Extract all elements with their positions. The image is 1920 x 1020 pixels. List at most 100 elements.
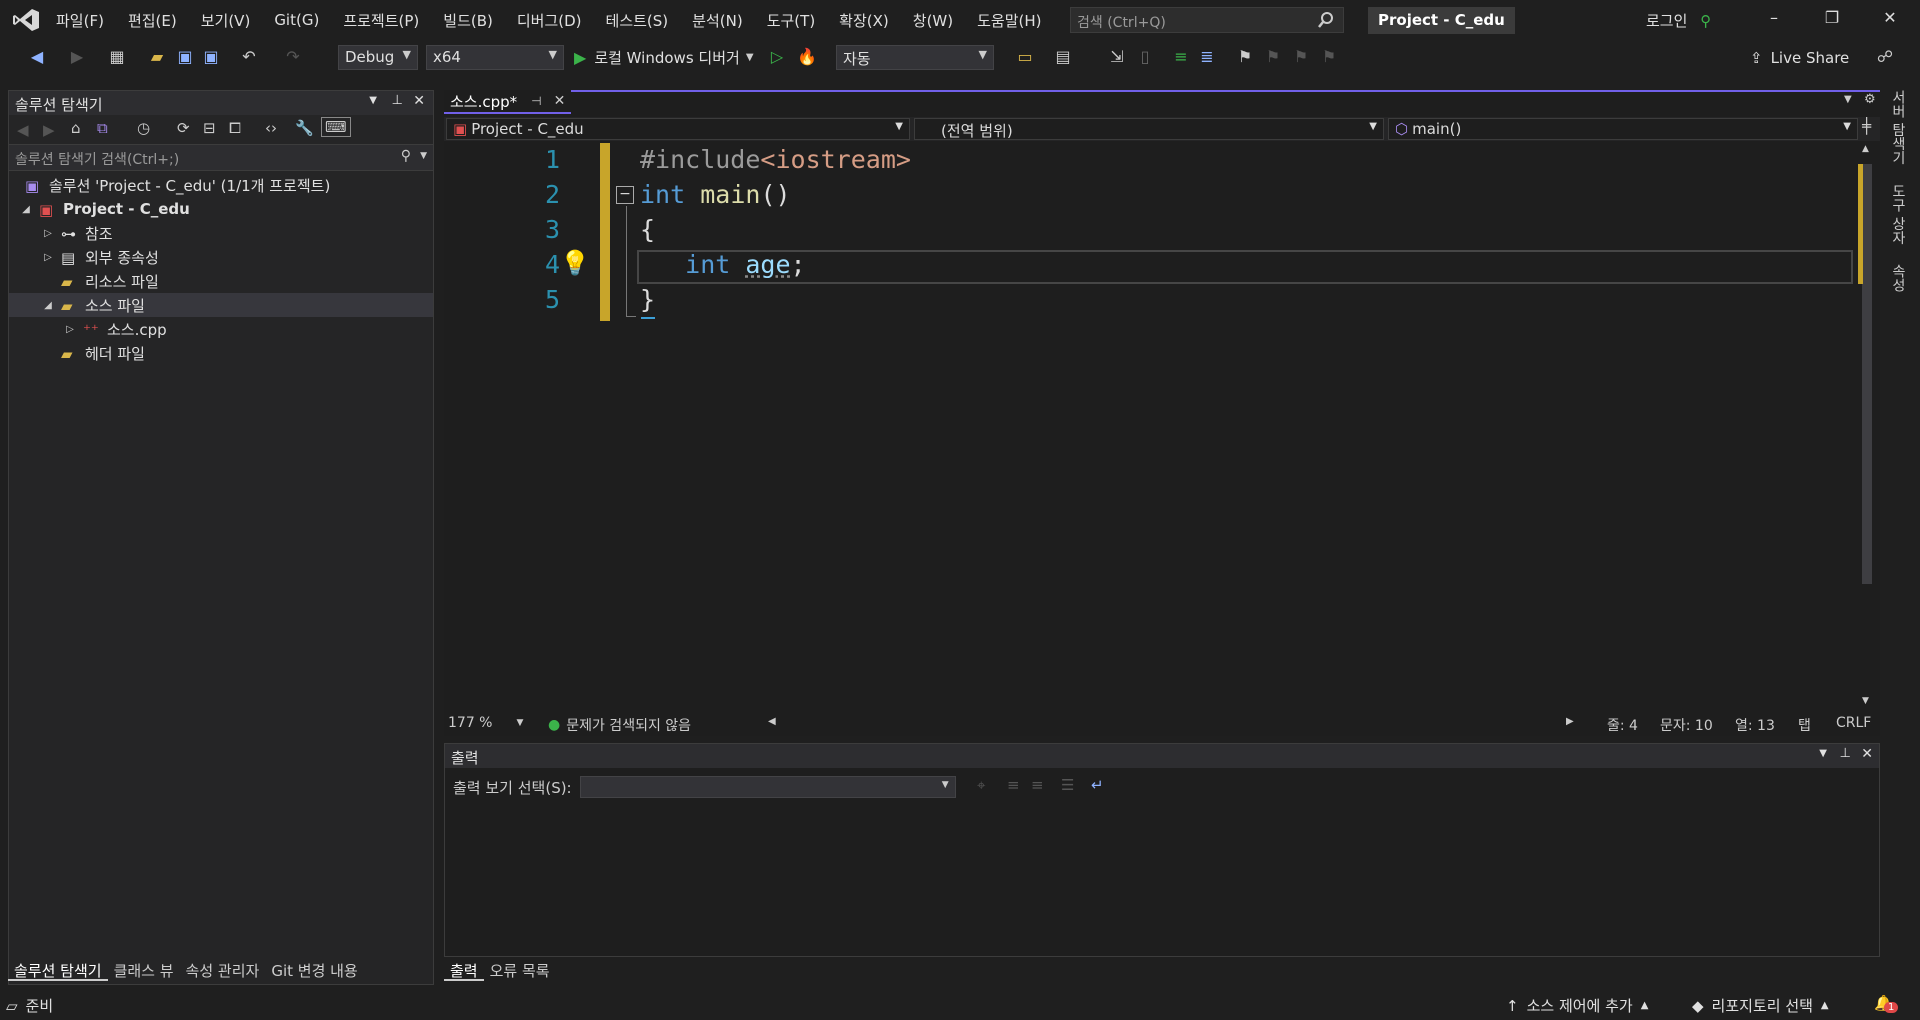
vertical-scrollbar[interactable]: ▲ ▼: [1858, 142, 1876, 712]
menu-tools[interactable]: 도구(T): [755, 10, 827, 31]
find-in-files-icon[interactable]: ▭: [1014, 47, 1036, 67]
forward-icon[interactable]: ▶: [66, 47, 88, 67]
layout-icon[interactable]: ▤: [1052, 47, 1074, 67]
menu-test[interactable]: 테스트(S): [594, 10, 681, 31]
menu-edit[interactable]: 편집(E): [116, 10, 189, 31]
home-icon[interactable]: ⌂: [71, 119, 81, 137]
tree-item-external-dependencies[interactable]: ▷ ▤ 외부 종속성: [9, 245, 433, 269]
tab-output[interactable]: 출력: [444, 957, 484, 981]
select-repository-button[interactable]: ◆ 리포지토리 선택 ▲: [1692, 995, 1829, 1016]
word-wrap-icon[interactable]: ↵: [1091, 776, 1104, 794]
uncomment-icon[interactable]: ≣: [1196, 47, 1218, 67]
tab-server-explorer[interactable]: 서버 탐색기: [1888, 90, 1908, 164]
close-window-button[interactable]: ✕: [1878, 8, 1902, 32]
menu-project[interactable]: 프로젝트(P): [331, 10, 431, 31]
add-to-source-control-button[interactable]: ↑ 소스 제어에 추가 ▲: [1506, 995, 1648, 1016]
document-tab[interactable]: 소스.cpp* ⊣ ✕: [444, 90, 572, 114]
view-code-icon[interactable]: ‹›: [265, 119, 277, 137]
pin-icon[interactable]: ⊣: [531, 94, 541, 108]
tree-item-project[interactable]: ◢ ▣ Project - C_edu: [9, 197, 433, 221]
split-editor-icon[interactable]: ╪: [1862, 117, 1871, 135]
restore-button[interactable]: ❐: [1820, 8, 1844, 32]
tab-properties[interactable]: 속성: [1888, 264, 1908, 292]
tab-class-view[interactable]: 클래스 뷰: [108, 957, 180, 981]
tab-toolbox[interactable]: 도구 상자: [1888, 184, 1908, 244]
solution-explorer-search-input[interactable]: 솔루션 탐색기 검색(Ctrl+;) ⚲ ▼: [9, 145, 433, 171]
scrollbar-thumb[interactable]: [1862, 164, 1872, 584]
forward-icon[interactable]: ▶: [43, 121, 55, 139]
collapse-outline-icon[interactable]: −: [616, 186, 634, 204]
start-without-debugging-icon[interactable]: ▷: [766, 47, 788, 67]
pending-changes-icon[interactable]: ◷: [137, 119, 150, 137]
close-tab-icon[interactable]: ✕: [554, 93, 566, 109]
bookmark-icon[interactable]: ⚑: [1234, 47, 1256, 67]
scroll-down-icon[interactable]: ▼: [1862, 696, 1869, 706]
tree-item-references[interactable]: ▷ ⊶ 참조: [9, 221, 433, 245]
switch-views-icon[interactable]: ⧉: [97, 119, 108, 137]
panel-menu-icon[interactable]: ▼: [1819, 748, 1827, 759]
select-icon[interactable]: ⇲: [1106, 47, 1128, 67]
code-line-5[interactable]: }: [640, 285, 655, 314]
mode-select[interactable]: 자동 ▼: [836, 45, 994, 70]
scope-nav-select[interactable]: (전역 범위) ▼: [914, 118, 1384, 140]
configuration-select[interactable]: Debug ▼: [338, 45, 418, 70]
tree-item-resource-files[interactable]: ▰ 리소스 파일: [9, 269, 433, 293]
hot-reload-icon[interactable]: 🔥: [796, 47, 818, 67]
menu-debug[interactable]: 디버그(D): [505, 10, 594, 31]
issues-indicator[interactable]: ● 문제가 검색되지 않음: [548, 715, 691, 735]
prev-message-icon[interactable]: ≡: [1007, 776, 1020, 794]
close-icon[interactable]: ✕: [1861, 746, 1873, 762]
tab-property-manager[interactable]: 속성 관리자: [180, 957, 266, 981]
lightbulb-icon[interactable]: 💡: [560, 249, 590, 277]
tab-solution-explorer[interactable]: 솔루션 탐색기: [8, 957, 108, 981]
output-source-select[interactable]: ▼: [579, 776, 956, 798]
tree-item-header-files[interactable]: ▰ 헤더 파일: [9, 341, 433, 365]
properties-icon[interactable]: 🔧: [295, 119, 314, 137]
save-icon[interactable]: ▣: [174, 47, 196, 67]
scroll-right-icon[interactable]: ▶: [1566, 716, 1574, 727]
line-ending-indicator[interactable]: CRLF: [1836, 715, 1871, 731]
prev-bookmark-icon[interactable]: ⚑: [1262, 47, 1284, 67]
code-line-4[interactable]: int age;: [640, 250, 805, 279]
indent-indicator[interactable]: 탭: [1798, 715, 1811, 735]
close-icon[interactable]: ✕: [413, 93, 425, 109]
member-nav-select[interactable]: ⬡ main() ▼: [1388, 118, 1858, 140]
menu-build[interactable]: 빌드(B): [431, 10, 505, 31]
scroll-up-icon[interactable]: ▲: [1862, 144, 1869, 154]
notifications-button[interactable]: 🔔 1: [1874, 994, 1899, 1013]
scroll-left-icon[interactable]: ◀: [768, 716, 776, 727]
preview-selected-icon[interactable]: ⌨: [321, 117, 351, 137]
undo-icon[interactable]: ↶: [238, 47, 260, 67]
back-icon[interactable]: ◀: [17, 121, 29, 139]
start-debugging-button[interactable]: ▶ 로컬 Windows 디버거 ▼: [574, 47, 754, 67]
menu-extensions[interactable]: 확장(X): [827, 10, 901, 31]
menu-analyze[interactable]: 분석(N): [680, 10, 755, 31]
code-line-1[interactable]: #include<iostream>: [640, 145, 911, 174]
pin-icon[interactable]: ⊥: [392, 93, 403, 108]
new-project-icon[interactable]: ▦: [106, 47, 128, 67]
next-bookmark-icon[interactable]: ⚑: [1290, 47, 1312, 67]
project-nav-select[interactable]: ▣ Project - C_edu ▼: [446, 118, 910, 140]
menu-view[interactable]: 보기(V): [189, 10, 263, 31]
back-icon[interactable]: ◀: [26, 47, 48, 67]
code-line-3[interactable]: {: [640, 215, 655, 244]
menu-file[interactable]: 파일(F): [44, 10, 116, 31]
gear-icon[interactable]: ⚙: [1864, 92, 1876, 107]
tab-list-icon[interactable]: ▼: [1844, 94, 1852, 105]
show-all-files-icon[interactable]: ⧠: [229, 119, 241, 137]
redo-icon[interactable]: ↷: [282, 47, 304, 67]
tree-item-solution[interactable]: ▣ 솔루션 'Project - C_edu' (1/1개 프로젝트): [9, 173, 433, 197]
find-message-icon[interactable]: ⌖: [977, 776, 985, 794]
search-input[interactable]: 검색 (Ctrl+Q): [1070, 7, 1344, 33]
comment-icon[interactable]: ≡: [1170, 47, 1192, 67]
tab-git-changes[interactable]: Git 변경 내용: [265, 957, 363, 981]
menu-git[interactable]: Git(G): [262, 11, 331, 29]
clear-bookmarks-icon[interactable]: ⚑: [1318, 47, 1340, 67]
menu-help[interactable]: 도움말(H): [965, 10, 1053, 31]
next-message-icon[interactable]: ≡: [1031, 776, 1044, 794]
menu-window[interactable]: 창(W): [901, 10, 965, 31]
toggle-icon[interactable]: ▯: [1134, 47, 1156, 67]
panel-menu-icon[interactable]: ▼: [369, 95, 377, 106]
code-line-2[interactable]: int main(): [640, 180, 791, 209]
tree-item-source-files[interactable]: ◢ ▰ 소스 파일: [9, 293, 433, 317]
